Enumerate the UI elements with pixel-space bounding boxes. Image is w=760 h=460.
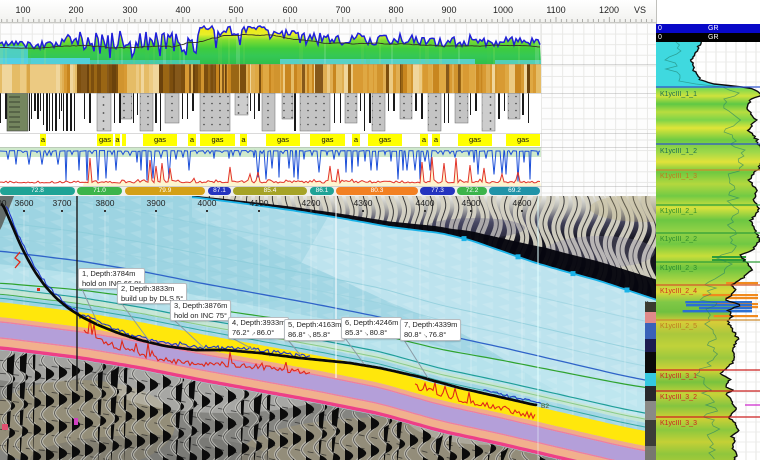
svg-text:4300: 4300 [354, 198, 373, 208]
svg-text:4600: 4600 [513, 198, 532, 208]
svg-text:4500: 4500 [462, 198, 481, 208]
svg-text:4000: 4000 [198, 198, 217, 208]
svg-text:B2: B2 [541, 403, 549, 410]
svg-text:4200: 4200 [302, 198, 321, 208]
svg-text:3700: 3700 [53, 198, 72, 208]
svg-text:3600: 3600 [15, 198, 34, 208]
svg-text:4100: 4100 [250, 198, 269, 208]
svg-text:3500: 3500 [0, 198, 7, 208]
svg-text:3900: 3900 [147, 198, 166, 208]
svg-text:4400: 4400 [416, 198, 435, 208]
svg-text:3800: 3800 [96, 198, 115, 208]
